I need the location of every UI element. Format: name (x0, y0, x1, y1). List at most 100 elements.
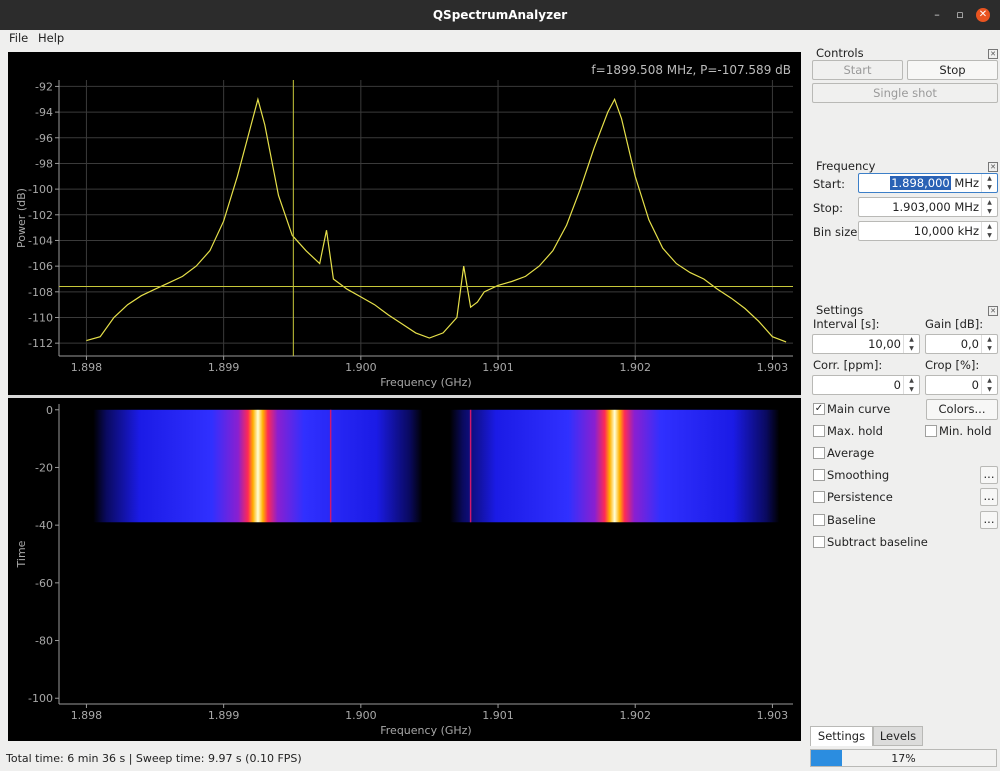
dock-close-icon[interactable]: ✕ (988, 49, 998, 59)
y-tick-label: 0 (46, 404, 53, 417)
y-tick-label: -98 (35, 157, 53, 170)
frequency-title: Frequency (816, 159, 876, 173)
start-frequency-input[interactable]: 1.898,000 MHz ▲ ▼ (858, 173, 998, 193)
max-hold-checkbox[interactable] (813, 425, 825, 437)
spin-arrows-icon[interactable]: ▲ ▼ (981, 174, 997, 192)
x-axis-label: Frequency (GHz) (380, 724, 471, 737)
x-tick-label: 1.898 (71, 709, 103, 722)
gain-input[interactable]: 0,0 ▲ ▼ (925, 334, 998, 354)
menu-bar: File Help (0, 30, 1000, 46)
x-tick-label: 1.903 (757, 709, 789, 722)
start-button[interactable]: Start (812, 60, 903, 80)
y-tick-label: -96 (35, 132, 53, 145)
settings-title: Settings (816, 303, 864, 317)
x-tick-label: 1.900 (345, 709, 377, 722)
progress-bar: 17% (810, 749, 997, 767)
spin-arrows-icon[interactable]: ▲ ▼ (903, 376, 919, 394)
start-frequency-value: 1.898,000 MHz (890, 176, 979, 190)
start-label: Start: (813, 177, 845, 191)
colors-button[interactable]: Colors... (926, 399, 998, 420)
subtract-baseline-checkbox[interactable] (813, 536, 825, 548)
x-tick-label: 1.899 (208, 709, 240, 722)
interval-input[interactable]: 10,00 ▲ ▼ (812, 334, 920, 354)
plot-splitter[interactable] (8, 395, 801, 398)
y-tick-label: -20 (35, 461, 53, 474)
bin-size-label: Bin size: (813, 225, 862, 239)
dock-close-icon[interactable]: ✕ (988, 162, 998, 172)
x-tick-label: 1.902 (619, 361, 651, 374)
y-tick-label: -40 (35, 519, 53, 532)
dock-close-icon[interactable]: ✕ (988, 306, 998, 316)
smoothing-label: Smoothing (827, 468, 890, 482)
y-tick-label: -106 (28, 260, 53, 273)
y-axis-label: Time (15, 540, 28, 568)
persistence-checkbox[interactable] (813, 491, 825, 503)
persistence-options-button[interactable]: ... (980, 488, 998, 506)
gain-value: 0,0 (960, 337, 979, 351)
stop-frequency-input[interactable]: 1.903,000 MHz ▲ ▼ (858, 197, 998, 217)
x-tick-label: 1.902 (619, 709, 651, 722)
menu-help[interactable]: Help (38, 31, 64, 45)
spin-arrows-icon[interactable]: ▲ ▼ (981, 222, 997, 240)
maximize-icon[interactable]: ▫ (953, 8, 967, 22)
y-axis-label: Power (dB) (15, 188, 28, 248)
corr-input[interactable]: 0 ▲ ▼ (812, 375, 920, 395)
main-curve-checkbox[interactable]: ✓ (813, 403, 825, 415)
y-tick-label: -102 (28, 209, 53, 222)
waterfall-band (93, 409, 423, 523)
corr-value: 0 (893, 378, 901, 392)
close-icon[interactable]: ✕ (976, 8, 990, 22)
y-tick-label: -60 (35, 577, 53, 590)
max-hold-label: Max. hold (827, 424, 883, 438)
y-tick-label: -110 (28, 311, 53, 324)
main-curve-label: Main curve (827, 402, 891, 416)
y-tick-label: -100 (28, 183, 53, 196)
tab-settings[interactable]: Settings (810, 726, 873, 746)
y-tick-label: -104 (28, 234, 53, 247)
crop-input[interactable]: 0 ▲ ▼ (925, 375, 998, 395)
subtract-baseline-label: Subtract baseline (827, 535, 928, 549)
y-tick-label: -112 (28, 337, 53, 350)
waterfall-band (450, 409, 780, 523)
x-tick-label: 1.901 (482, 361, 514, 374)
interval-value: 10,00 (868, 337, 901, 351)
plots-svg[interactable]: 1.898 1.899 1.900 1.901 1.902 1.903 -92 -94 -96 -… (8, 52, 801, 741)
gain-label: Gain [dB]: (925, 317, 984, 331)
average-label: Average (827, 446, 875, 460)
spin-arrows-icon[interactable]: ▲ ▼ (981, 376, 997, 394)
window-title: QSpectrumAnalyzer (432, 8, 568, 22)
tab-levels[interactable]: Levels (873, 726, 923, 746)
x-tick-label: 1.898 (71, 361, 103, 374)
crop-label: Crop [%]: (925, 358, 980, 372)
corr-label: Corr. [ppm]: (813, 358, 883, 372)
bin-size-value: 10,000 kHz (913, 224, 979, 238)
y-tick-label: -100 (28, 692, 53, 705)
smoothing-options-button[interactable]: ... (980, 466, 998, 484)
spin-arrows-icon[interactable]: ▲ ▼ (903, 335, 919, 353)
spin-arrows-icon[interactable]: ▲ ▼ (981, 198, 997, 216)
plot-area: 1.898 1.899 1.900 1.901 1.902 1.903 -92 -94 -96 -… (8, 52, 801, 741)
bin-size-input[interactable]: 10,000 kHz ▲ ▼ (858, 221, 998, 241)
x-axis-label: Frequency (GHz) (380, 376, 471, 389)
status-text: Total time: 6 min 36 s | Sweep time: 9.9… (6, 752, 302, 765)
min-hold-checkbox[interactable] (925, 425, 937, 437)
minimize-icon[interactable]: – (930, 8, 944, 22)
average-checkbox[interactable] (813, 447, 825, 459)
persistence-label: Persistence (827, 490, 893, 504)
single-shot-button[interactable]: Single shot (812, 83, 998, 103)
spin-arrows-icon[interactable]: ▲ ▼ (981, 335, 997, 353)
smoothing-checkbox[interactable] (813, 469, 825, 481)
y-tick-label: -92 (35, 80, 53, 93)
baseline-checkbox[interactable] (813, 514, 825, 526)
stop-frequency-value: 1.903,000 MHz (892, 200, 979, 214)
stop-button[interactable]: Stop (907, 60, 998, 80)
x-tick-label: 1.900 (345, 361, 377, 374)
progress-text: 17% (891, 752, 916, 765)
y-tick-label: -80 (35, 635, 53, 648)
spectrum-curve (86, 96, 787, 343)
menu-file[interactable]: File (9, 31, 28, 45)
title-bar: QSpectrumAnalyzer – ▫ ✕ (0, 0, 1000, 30)
y-tick-label: -108 (28, 286, 53, 299)
controls-title: Controls (816, 46, 864, 60)
baseline-options-button[interactable]: ... (980, 511, 998, 529)
